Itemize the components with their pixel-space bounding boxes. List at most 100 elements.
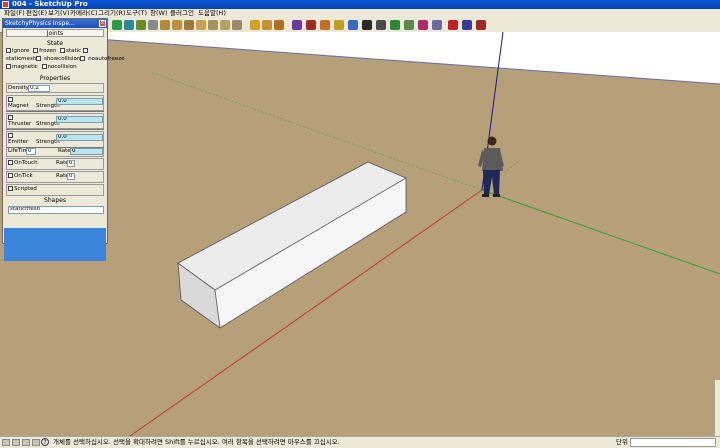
sketchyphysics-inspector: SketchyPhysics Inspe... x Joints State i… [2,18,124,261]
magic-wand-icon[interactable] [418,20,428,30]
noautofreeze-label: noautofreeze [88,56,125,62]
nocollision-checkbox[interactable] [41,64,47,69]
stop-icon[interactable] [476,20,486,30]
record-icon[interactable] [448,20,458,30]
rewind-icon[interactable] [124,20,134,30]
measurements-label: 단위 [616,438,628,446]
servo-icon[interactable] [274,20,284,30]
sphere-icon[interactable] [172,20,182,30]
close-icon[interactable]: x [99,20,106,27]
play-icon[interactable] [112,20,122,30]
vertical-scrollbar[interactable] [714,380,720,436]
lifetime-input[interactable]: 0 [26,148,36,155]
menu-draw[interactable]: 그리기(R) [98,9,126,18]
emitter-rate-input[interactable]: 0 [70,148,103,155]
ontouch-rate-input[interactable]: 0 [67,160,75,167]
menu-edit[interactable]: 편집(E) [26,9,47,18]
showcollision-label: showcollision [43,56,81,62]
magnetic-label: magnetic [12,64,38,70]
menu-view[interactable]: 보기(V) [48,9,69,18]
link-icon[interactable] [432,20,442,30]
menu-plugins[interactable]: 플러그인 [170,9,194,18]
gear-icon[interactable] [348,20,358,30]
magnetic-checkbox[interactable] [6,64,11,69]
spring-icon[interactable] [320,20,330,30]
thruster-slider[interactable] [6,126,104,130]
menu-camera[interactable]: 카메라(C) [70,9,98,18]
magnet-checkbox[interactable] [8,97,13,102]
magnet-strength-input[interactable]: 0.0 [56,98,103,105]
help-icon[interactable]: ? [41,438,49,446]
joint-icon[interactable] [250,20,260,30]
staticmesh-label: staticmesh [6,56,37,62]
fixed-joint-icon[interactable] [362,20,372,30]
sketchup-app-icon [2,1,9,8]
ball-joint-icon[interactable] [376,20,386,30]
cylinder-icon[interactable] [184,20,194,30]
torus-icon[interactable] [232,20,242,30]
measurements-input[interactable] [630,438,716,447]
3d-viewport[interactable] [0,32,720,436]
ontouch-row: OnTouch [8,160,38,167]
emitter-strength-input[interactable]: 0.0 [56,134,103,141]
magnet-slider[interactable] [6,108,104,112]
piston-icon[interactable] [334,20,344,30]
ontouch-checkbox[interactable] [8,160,13,165]
capsule-icon[interactable] [208,20,218,30]
ontouch-label: OnTouch [14,160,38,166]
emitter-checkbox[interactable] [8,133,13,138]
scripted-checkbox[interactable] [8,186,13,191]
cube-icon[interactable] [148,20,158,30]
geo-location-icon[interactable] [2,439,10,446]
status-bar: ? 개체를 선택하십시오. 선택을 확대하려면 Shift를 누르십시오. 여러… [0,436,720,448]
state-row-2: staticmesh showcollision noautofreeze [6,56,124,63]
hinge-icon[interactable] [262,20,272,30]
joints-header[interactable]: Joints [6,29,104,37]
layers-icon[interactable] [32,439,40,446]
ontick-label: OnTick [14,173,33,179]
static-checkbox[interactable] [60,48,66,53]
showcollision-checkbox[interactable] [80,56,86,61]
thruster-checkbox[interactable] [8,115,13,120]
frozen-label: frozen [39,48,57,54]
thruster-strength-input[interactable]: 0.0 [56,116,103,123]
motor-icon[interactable] [292,20,302,30]
ignore-checkbox[interactable] [6,48,11,53]
ontick-row: OnTick [8,173,33,180]
ontick-rate-input[interactable]: 0 [67,173,75,180]
shapes-header: Shapes [44,197,66,204]
toolbar [0,18,720,33]
cone-icon[interactable] [196,20,206,30]
emitter-rate-label: Rate [58,148,71,154]
inspector-title-bar[interactable]: SketchyPhysics Inspe... x [3,19,107,28]
menu-help[interactable]: 도움말(H) [198,9,226,18]
inspector-empty-area [4,228,106,261]
density-label: Density [8,85,29,91]
window-title: 004 - SketchUp Pro [12,0,88,8]
scene-canvas[interactable] [0,32,720,436]
static-checked-checkbox[interactable] [82,48,88,53]
box-icon[interactable] [160,20,170,30]
menu-file[interactable]: 파일(F) [4,9,25,18]
staticmesh-checkbox[interactable] [36,56,42,61]
frozen-checkbox[interactable] [33,48,39,53]
nocollision-label: nocollision [47,64,77,70]
state-header: State [47,40,63,47]
user-icon[interactable] [22,439,30,446]
inspector-title: SketchyPhysics Inspe... [5,20,75,27]
status-message: 개체를 선택하십시오. 선택을 확대하려면 Shift를 누르십시오. 여러 항… [53,438,340,446]
settings-icon[interactable] [462,20,472,30]
globe-icon[interactable] [390,20,400,30]
menu-window[interactable]: 창(W) [150,9,167,18]
credits-icon[interactable] [12,439,20,446]
chamfer-icon[interactable] [220,20,230,30]
shape-select[interactable]: staticmesh [8,206,104,214]
ontick-checkbox[interactable] [8,173,13,178]
scripted-row: Scripted [8,186,37,193]
select-arrow-icon[interactable] [136,20,146,30]
menu-tools[interactable]: 도구(T) [126,9,147,18]
ignore-label: ignore [12,48,30,54]
slider-joint-icon[interactable] [306,20,316,30]
density-input[interactable]: 0.2 [28,85,50,92]
wheel-icon[interactable] [404,20,414,30]
